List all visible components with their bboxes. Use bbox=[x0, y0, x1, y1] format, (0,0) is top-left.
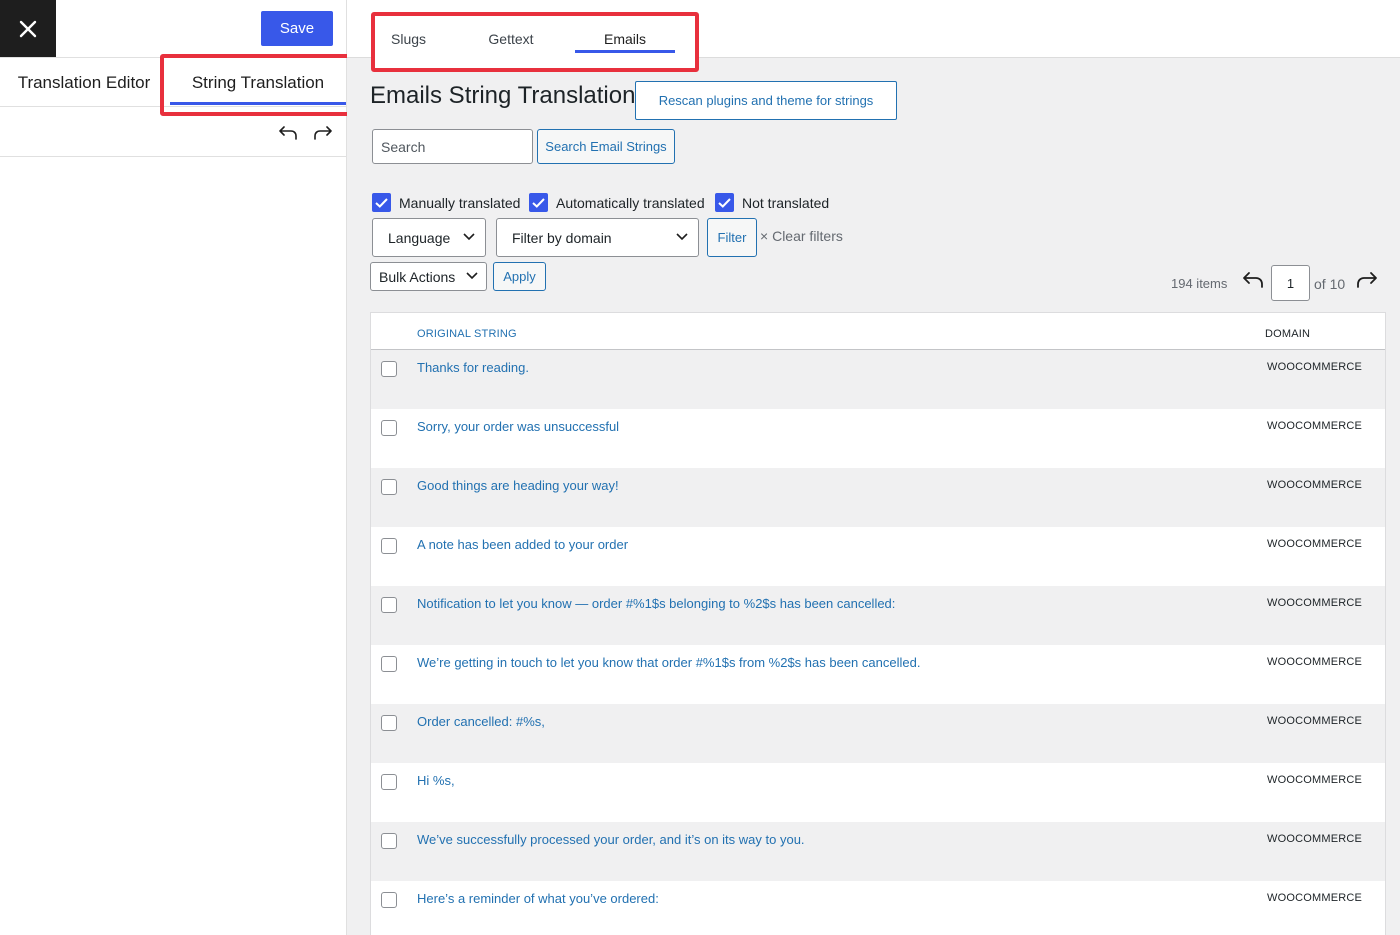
column-original-string[interactable]: Original String bbox=[417, 328, 517, 340]
chevron-down-icon bbox=[676, 233, 688, 241]
page-total: of 10 bbox=[1314, 276, 1346, 292]
table-row: Good things are heading your way! WOOCOM… bbox=[371, 468, 1385, 527]
save-button[interactable]: Save bbox=[261, 11, 333, 46]
row-original-string[interactable]: Order cancelled: #%s, bbox=[417, 714, 545, 729]
undo-icon bbox=[279, 126, 297, 140]
filter-button[interactable]: Filter bbox=[707, 218, 757, 257]
next-page-icon bbox=[1357, 272, 1377, 288]
page-number-input[interactable] bbox=[1271, 265, 1310, 301]
chevron-down-icon bbox=[466, 272, 478, 280]
clear-filters-link[interactable]: × Clear filters bbox=[760, 228, 843, 244]
checkbox-manually-translated[interactable]: Manually translated bbox=[372, 193, 520, 212]
tab-string-translation[interactable]: String Translation bbox=[170, 58, 346, 107]
table-row: We’re getting in touch to let you know t… bbox=[371, 645, 1385, 704]
row-checkbox[interactable] bbox=[381, 420, 397, 436]
row-original-string[interactable]: A note has been added to your order bbox=[417, 537, 628, 552]
row-domain: WOOCOMMERCE bbox=[1267, 774, 1363, 786]
table-row: Notification to let you know — order #%1… bbox=[371, 586, 1385, 645]
chevron-down-icon bbox=[463, 233, 475, 241]
redo-button[interactable] bbox=[312, 122, 334, 144]
sidebar-tabs: Translation Editor String Translation bbox=[0, 57, 346, 107]
clear-filters-label: Clear filters bbox=[772, 228, 843, 244]
row-original-string[interactable]: Notification to let you know — order #%1… bbox=[417, 596, 895, 611]
row-domain: WOOCOMMERCE bbox=[1267, 892, 1363, 904]
checkbox-not-translated[interactable]: Not translated bbox=[715, 193, 829, 212]
table-row: A note has been added to your order WOOC… bbox=[371, 527, 1385, 586]
row-original-string[interactable]: We’re getting in touch to let you know t… bbox=[417, 655, 920, 670]
search-email-strings-button[interactable]: Search Email Strings bbox=[537, 129, 675, 164]
row-checkbox[interactable] bbox=[381, 715, 397, 731]
row-domain: WOOCOMMERCE bbox=[1267, 597, 1363, 609]
history-toolbar bbox=[0, 107, 346, 157]
checkbox-checked-icon[interactable] bbox=[529, 193, 548, 212]
table-row: Order cancelled: #%s, WOOCOMMERCE bbox=[371, 704, 1385, 763]
clear-icon: × bbox=[760, 228, 769, 244]
rescan-button[interactable]: Rescan plugins and theme for strings bbox=[635, 81, 897, 120]
row-checkbox[interactable] bbox=[381, 479, 397, 495]
tab-translation-editor[interactable]: Translation Editor bbox=[0, 58, 168, 107]
row-domain: WOOCOMMERCE bbox=[1267, 479, 1363, 491]
domain-select-value: Filter by domain bbox=[512, 229, 612, 246]
bulk-actions-select[interactable]: Bulk Actions bbox=[370, 262, 487, 291]
undo-button[interactable] bbox=[277, 122, 299, 144]
items-count: 194 items bbox=[1171, 276, 1228, 291]
tab-slugs[interactable]: Slugs bbox=[383, 31, 433, 63]
row-domain: WOOCOMMERCE bbox=[1267, 656, 1363, 668]
checkbox-label: Not translated bbox=[742, 194, 830, 211]
row-original-string[interactable]: We’ve successfully processed your order,… bbox=[417, 832, 805, 847]
search-input[interactable] bbox=[372, 129, 533, 164]
row-original-string[interactable]: Thanks for reading. bbox=[417, 360, 529, 375]
close-button[interactable] bbox=[0, 0, 56, 57]
close-icon bbox=[19, 20, 37, 37]
tab-emails[interactable]: Emails bbox=[575, 31, 675, 63]
row-domain: WOOCOMMERCE bbox=[1267, 715, 1363, 727]
domain-select[interactable]: Filter by domain bbox=[496, 218, 699, 257]
row-checkbox[interactable] bbox=[381, 833, 397, 849]
previous-page-button[interactable] bbox=[1242, 271, 1264, 291]
highlight-box-string-tabs: Slugs Gettext Emails bbox=[371, 12, 699, 72]
checkbox-label: Automatically translated bbox=[556, 194, 705, 211]
language-select[interactable]: Language bbox=[372, 218, 486, 257]
row-checkbox[interactable] bbox=[381, 361, 397, 377]
row-checkbox[interactable] bbox=[381, 538, 397, 554]
row-original-string[interactable]: Hi %s, bbox=[417, 773, 455, 788]
editor-sidebar: Save Translation Editor String Translati… bbox=[0, 0, 357, 935]
row-domain: WOOCOMMERCE bbox=[1267, 538, 1363, 550]
checkbox-checked-icon[interactable] bbox=[715, 193, 734, 212]
row-checkbox[interactable] bbox=[381, 774, 397, 790]
page-title: Emails String Translation bbox=[370, 82, 636, 109]
row-domain: WOOCOMMERCE bbox=[1267, 420, 1363, 432]
apply-button[interactable]: Apply bbox=[493, 262, 546, 291]
row-original-string[interactable]: Sorry, your order was unsuccessful bbox=[417, 419, 619, 434]
checkbox-checked-icon[interactable] bbox=[372, 193, 391, 212]
table-row: Sorry, your order was unsuccessful WOOCO… bbox=[371, 409, 1385, 468]
bulk-actions-value: Bulk Actions bbox=[379, 268, 456, 285]
table-row: We’ve successfully processed your order,… bbox=[371, 822, 1385, 881]
language-select-value: Language bbox=[388, 229, 451, 246]
row-checkbox[interactable] bbox=[381, 597, 397, 613]
table-row: Here’s a reminder of what you’ve ordered… bbox=[371, 881, 1385, 935]
row-checkbox[interactable] bbox=[381, 892, 397, 908]
table-header: Original String Domain bbox=[371, 313, 1385, 350]
redo-icon bbox=[314, 126, 332, 140]
row-domain: WOOCOMMERCE bbox=[1267, 833, 1363, 845]
next-page-button[interactable] bbox=[1356, 271, 1378, 291]
column-domain: Domain bbox=[1265, 328, 1311, 340]
checkbox-automatically-translated[interactable]: Automatically translated bbox=[529, 193, 705, 212]
strings-table: Original String Domain Thanks for readin… bbox=[370, 312, 1386, 935]
checkbox-label: Manually translated bbox=[399, 194, 521, 211]
tab-gettext[interactable]: Gettext bbox=[479, 31, 543, 63]
table-row: Thanks for reading. WOOCOMMERCE bbox=[371, 350, 1385, 409]
row-original-string[interactable]: Good things are heading your way! bbox=[417, 478, 619, 493]
row-checkbox[interactable] bbox=[381, 656, 397, 672]
row-original-string[interactable]: Here’s a reminder of what you’ve ordered… bbox=[417, 891, 659, 906]
row-domain: WOOCOMMERCE bbox=[1267, 361, 1363, 373]
previous-page-icon bbox=[1243, 272, 1263, 288]
table-row: Hi %s, WOOCOMMERCE bbox=[371, 763, 1385, 822]
